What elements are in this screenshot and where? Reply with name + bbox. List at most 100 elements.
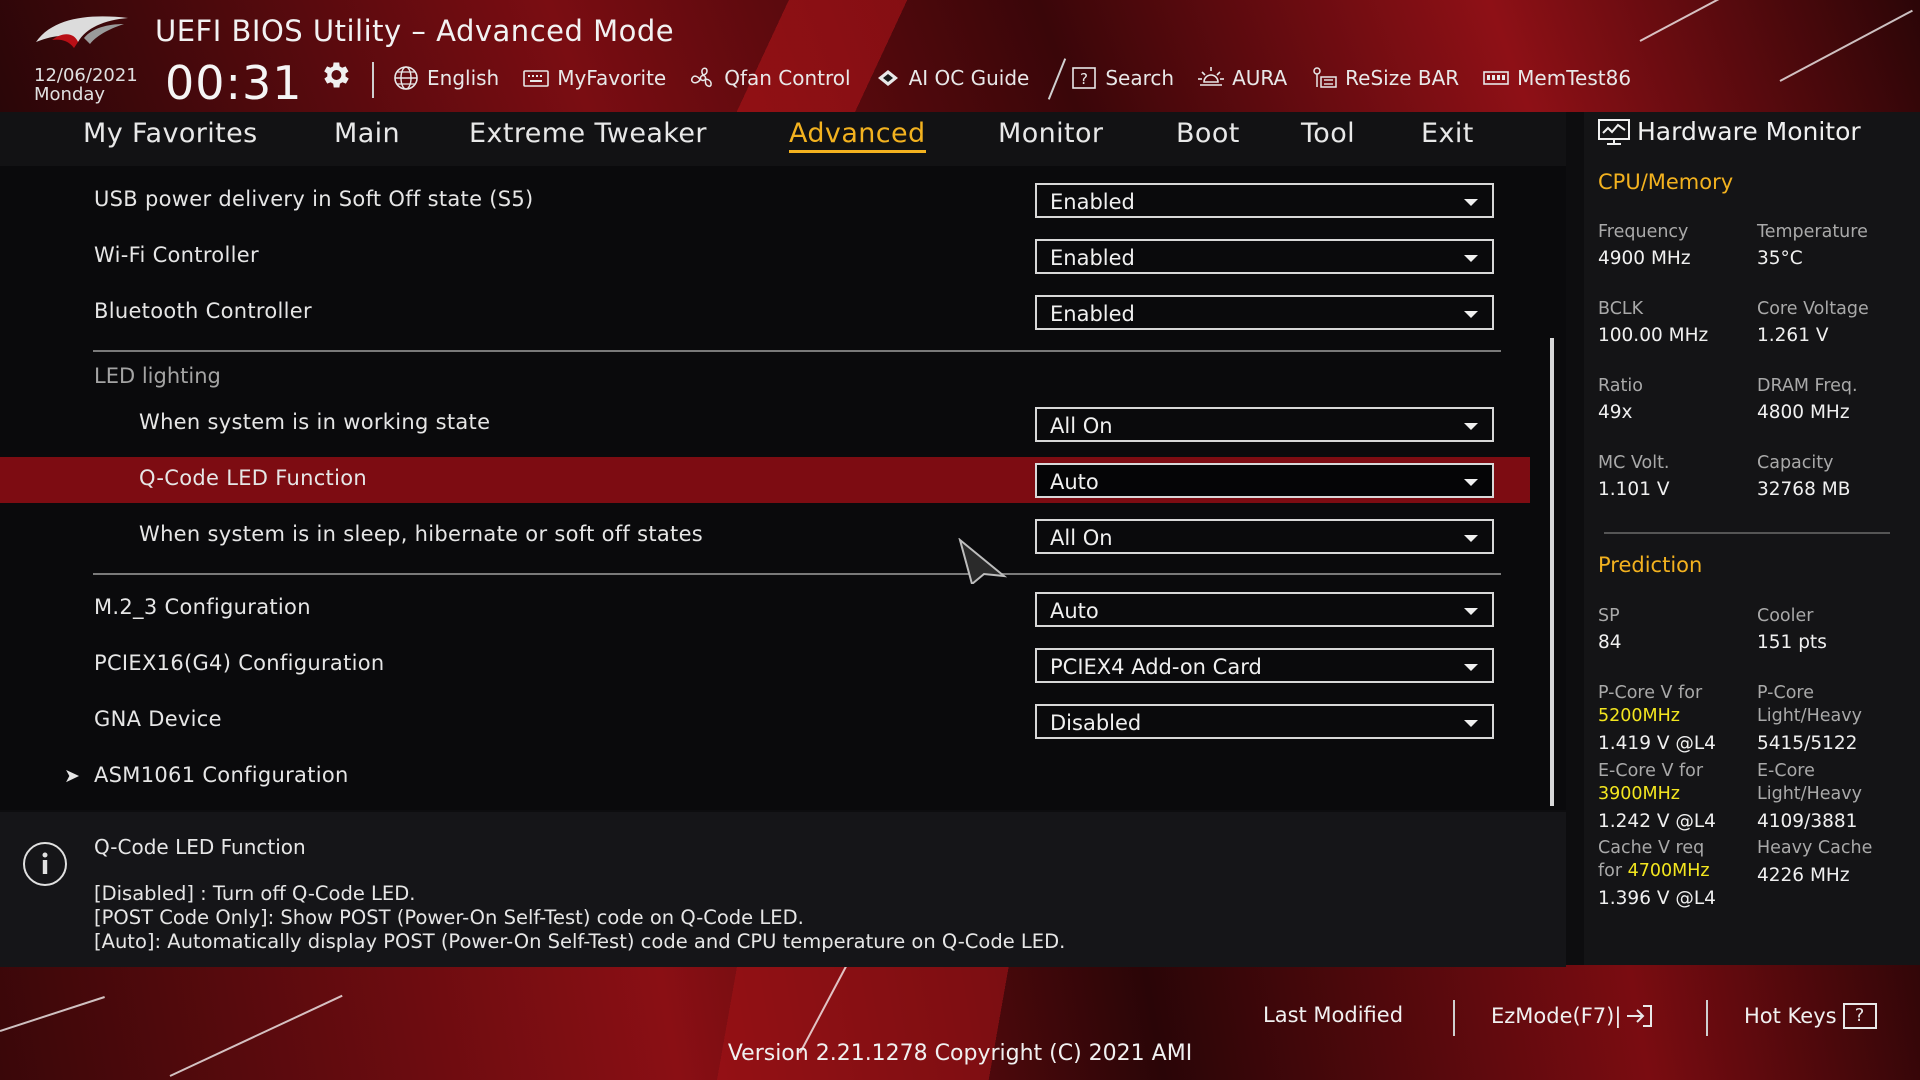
divider (93, 350, 1501, 352)
hw-label: Light/Heavy (1757, 706, 1862, 726)
mouse-pointer-icon (958, 538, 1008, 584)
toolbar-aura[interactable]: AURA (1197, 65, 1287, 91)
gear-icon[interactable] (318, 58, 352, 92)
scrollbar[interactable] (1550, 338, 1554, 806)
chevron-down-icon (1464, 311, 1478, 318)
setting-label: Wi-Fi Controller (94, 243, 259, 267)
pciex16-select[interactable]: PCIEX4 Add-on Card (1035, 648, 1494, 683)
setting-wifi-controller[interactable]: Wi-Fi Controller Enabled (0, 234, 1530, 280)
toolbar-myfavorite[interactable]: MyFavorite (522, 65, 666, 91)
setting-bluetooth-controller[interactable]: Bluetooth Controller Enabled (0, 290, 1530, 336)
setting-qcode-led-function[interactable]: Q-Code LED Function Auto (0, 457, 1530, 503)
select-value: All On (1050, 414, 1113, 438)
hw-label: BCLK (1598, 299, 1644, 319)
help-line: [Auto]: Automatically display POST (Powe… (94, 930, 1066, 953)
hot-keys-label: Hot Keys (1744, 1004, 1837, 1028)
last-modified-label: Last Modified (1263, 1003, 1404, 1027)
setting-label: USB power delivery in Soft Off state (S5… (94, 187, 534, 211)
cpu-icon (877, 70, 898, 86)
tab-my-favorites[interactable]: My Favorites (83, 118, 258, 149)
setting-label: PCIEX16(G4) Configuration (94, 651, 385, 675)
hw-label-line: for 4700MHz (1598, 860, 1710, 883)
select-value: Auto (1050, 599, 1099, 623)
hw-label: E-Core (1757, 761, 1815, 781)
tab-monitor[interactable]: Monitor (998, 118, 1103, 149)
last-modified-button[interactable]: Last Modified (1263, 1003, 1403, 1027)
setting-m2-3-configuration[interactable]: M.2_3 Configuration Auto (0, 586, 1530, 632)
setting-label: When system is in sleep, hibernate or so… (139, 522, 704, 546)
footer-separator (1453, 1000, 1455, 1036)
question-icon: ? (1072, 67, 1097, 89)
tab-main[interactable]: Main (334, 118, 400, 149)
setting-led-working-state[interactable]: When system is in working state All On (0, 401, 1530, 447)
hw-highlight-freq: 5200MHz (1598, 706, 1680, 726)
toolbar: English MyFavorite Qfan Control AI OC Gu… (392, 62, 1654, 94)
toolbar-qfan[interactable]: Qfan Control (689, 65, 851, 91)
keyboard-icon (523, 70, 550, 87)
chevron-down-icon (1464, 535, 1478, 542)
exit-arrow-icon (1627, 1005, 1653, 1027)
header-separator (372, 62, 374, 98)
ezmode-label: EzMode(F7)| (1491, 1004, 1622, 1028)
hw-value: 4109/3881 (1757, 811, 1858, 832)
hw-value: 1.261 V (1757, 325, 1829, 346)
prediction-section-title: Prediction (1598, 553, 1703, 577)
setting-usb-power-delivery[interactable]: USB power delivery in Soft Off state (S5… (0, 178, 1530, 224)
led-working-select[interactable]: All On (1035, 407, 1494, 442)
led-sleep-select[interactable]: All On (1035, 519, 1494, 554)
select-value: PCIEX4 Add-on Card (1050, 655, 1262, 679)
setting-gna-device[interactable]: GNA Device Disabled (0, 698, 1530, 744)
toolbar-memtest86[interactable]: MemTest86 (1482, 65, 1631, 91)
usb-power-select[interactable]: Enabled (1035, 183, 1494, 218)
help-line: [Disabled] : Turn off Q-Code LED. (94, 882, 416, 905)
tab-tool[interactable]: Tool (1301, 118, 1355, 149)
help-line: [POST Code Only]: Show POST (Power-On Se… (94, 906, 804, 929)
hw-value: 1.242 V @L4 (1598, 811, 1716, 832)
tab-advanced[interactable]: Advanced (789, 118, 926, 153)
hw-label: Frequency (1598, 222, 1689, 242)
hw-label: MC Volt. (1598, 453, 1670, 473)
hw-label: Temperature (1757, 222, 1868, 242)
hw-label: Capacity (1757, 453, 1834, 473)
hw-label: E-Core V for (1598, 761, 1704, 781)
hw-label: DRAM Freq. (1757, 376, 1858, 396)
hw-label: P-Core V for (1598, 683, 1703, 703)
chevron-down-icon (1464, 608, 1478, 615)
tab-extreme-tweaker[interactable]: Extreme Tweaker (469, 118, 707, 149)
qcode-select[interactable]: Auto (1035, 463, 1494, 498)
setting-pciex16-configuration[interactable]: PCIEX16(G4) Configuration PCIEX4 Add-on … (0, 642, 1530, 688)
submenu-asm1061-configuration[interactable]: ➤ ASM1061 Configuration (0, 754, 1530, 800)
bluetooth-select[interactable]: Enabled (1035, 295, 1494, 330)
toolbar-ai-oc-guide[interactable]: AI OC Guide (874, 65, 1030, 91)
gna-select[interactable]: Disabled (1035, 704, 1494, 739)
setting-label: When system is in working state (139, 410, 491, 434)
select-value: Disabled (1050, 711, 1142, 735)
svg-text:?: ? (1080, 70, 1088, 88)
tab-exit[interactable]: Exit (1421, 118, 1474, 149)
monitor-icon (1598, 119, 1630, 145)
m2-3-select[interactable]: Auto (1035, 592, 1494, 627)
hw-value: 4226 MHz (1757, 865, 1850, 886)
hot-keys-button[interactable]: Hot Keys ? (1744, 1003, 1877, 1029)
toolbar-memtest86-label: MemTest86 (1517, 66, 1632, 90)
chevron-down-icon (1464, 479, 1478, 486)
toolbar-search[interactable]: ? Search (1052, 65, 1174, 91)
toolbar-qfan-label: Qfan Control (724, 66, 851, 90)
setting-led-sleep-state[interactable]: When system is in sleep, hibernate or so… (0, 513, 1530, 559)
tab-boot[interactable]: Boot (1176, 118, 1240, 149)
hw-value: 49x (1598, 402, 1633, 423)
chevron-down-icon (1464, 199, 1478, 206)
clock: 00:31 (165, 56, 303, 110)
help-title: Q-Code LED Function (94, 835, 306, 859)
toolbar-language[interactable]: English (392, 65, 499, 91)
hw-divider (1604, 532, 1890, 534)
version-text: Version 2.21.1278 Copyright (C) 2021 AMI (727, 1041, 1193, 1066)
ezmode-button[interactable]: EzMode(F7)| (1491, 1003, 1655, 1029)
select-value: Enabled (1050, 302, 1135, 326)
toolbar-ai-oc-guide-label: AI OC Guide (908, 66, 1030, 90)
wifi-select[interactable]: Enabled (1035, 239, 1494, 274)
toolbar-search-label: Search (1105, 66, 1175, 90)
fan-icon (691, 67, 713, 88)
hw-value: 35°C (1757, 248, 1803, 269)
toolbar-resize-bar[interactable]: ReSize BAR (1310, 65, 1459, 91)
